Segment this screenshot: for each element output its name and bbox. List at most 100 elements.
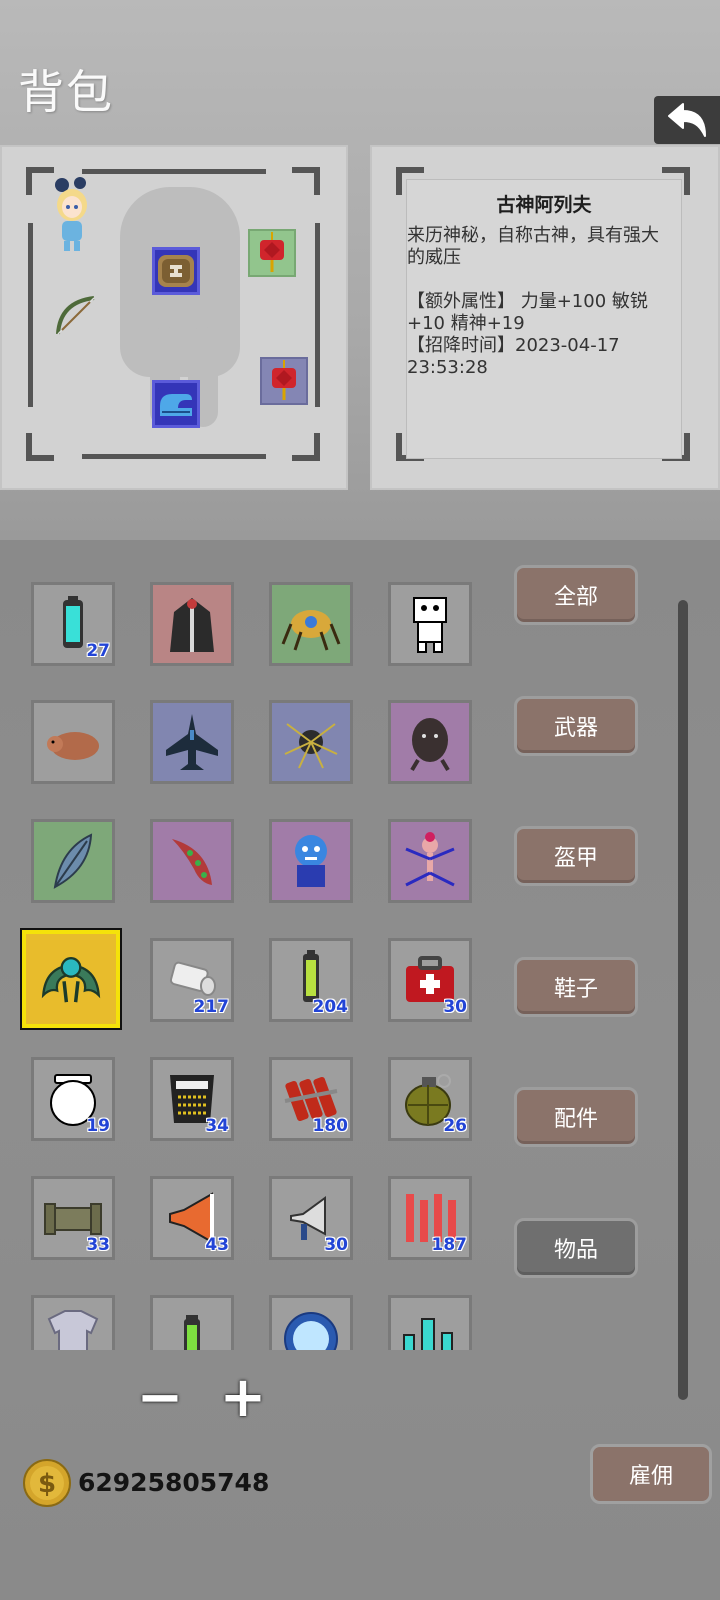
inventory-slot[interactable] — [269, 1295, 353, 1350]
inventory-slot-inner — [35, 1299, 111, 1350]
green-mantis-icon — [41, 957, 101, 1003]
crystal-orb-icon — [284, 1312, 338, 1350]
green-vial-icon — [184, 1315, 200, 1350]
inventory-area: 27 217 204 30 19 34 180 26 33 43 30 187 全部武器盔甲鞋子配件物… — [0, 540, 720, 1600]
desc-line: 的威压 — [407, 247, 461, 268]
desc-line: 来历神秘，自称古神，具有强大 — [407, 225, 659, 246]
inventory-slot-inner — [154, 586, 230, 662]
inventory-slot-inner — [33, 941, 109, 1017]
inventory-slot[interactable]: 30 — [388, 938, 472, 1022]
item-quantity: 26 — [443, 1116, 467, 1136]
inventory-slot[interactable]: 26 — [388, 1057, 472, 1141]
frame-line — [82, 454, 266, 459]
demon-queen-icon — [405, 832, 455, 887]
red-lantern-icon — [260, 232, 284, 272]
inventory-slot[interactable] — [388, 819, 472, 903]
item-quantity: 43 — [205, 1235, 229, 1255]
inventory-slot[interactable]: 204 — [269, 938, 353, 1022]
time-line: 23:53:28 — [407, 357, 488, 378]
boar-icon — [47, 732, 99, 760]
inventory-slot[interactable] — [150, 1295, 234, 1350]
inventory-slot-inner — [273, 704, 349, 780]
inventory-slot-inner — [154, 823, 230, 899]
chainmail-icon — [47, 1310, 99, 1350]
item-quantity: 30 — [324, 1235, 348, 1255]
inventory-slot[interactable] — [388, 1295, 472, 1350]
feather-icon — [53, 833, 93, 889]
inventory-slot-inner — [154, 1299, 230, 1350]
accessory-slot-1[interactable] — [248, 229, 296, 277]
inventory-slot[interactable] — [388, 700, 472, 784]
inventory-slot[interactable] — [31, 700, 115, 784]
filter-button[interactable]: 武器 — [514, 696, 638, 756]
inventory-scrollbar[interactable] — [678, 600, 688, 1400]
inventory-slot-inner — [273, 823, 349, 899]
frame-line — [315, 223, 320, 407]
inventory-slot[interactable] — [31, 819, 115, 903]
fighter-jet-icon — [166, 714, 218, 770]
filter-button[interactable]: 物品 — [514, 1218, 638, 1278]
item-quantity: 19 — [86, 1116, 110, 1136]
decrease-button[interactable]: − — [130, 1370, 190, 1430]
accessory-slot-2[interactable] — [260, 357, 308, 405]
head-slot[interactable] — [152, 247, 200, 295]
inventory-slot[interactable]: 34 — [150, 1057, 234, 1141]
weapon-slot[interactable] — [52, 292, 100, 340]
info-panel: 古神阿列夫 来历神秘，自称古神，具有强大 的威压 【额外属性】 力量+100 敏… — [370, 145, 720, 490]
inventory-slot[interactable]: 180 — [269, 1057, 353, 1141]
inventory-slot[interactable] — [269, 819, 353, 903]
spider-swarm-icon — [284, 723, 338, 769]
inventory-slot[interactable]: 30 — [269, 1176, 353, 1260]
back-arrow-icon — [668, 103, 706, 137]
inventory-slot-inner — [154, 704, 230, 780]
filter-button[interactable]: 全部 — [514, 565, 638, 625]
item-detail-card: 古神阿列夫 来历神秘，自称古神，具有强大 的威压 【额外属性】 力量+100 敏… — [406, 179, 682, 459]
inventory-slot[interactable] — [269, 582, 353, 666]
equipment-area: 背包 古神阿列夫 来历神秘，自称古神，具有强大 的威压 【额外属性】 力量+10… — [0, 0, 720, 540]
filter-button[interactable]: 鞋子 — [514, 957, 638, 1017]
blue-goblin-icon — [295, 835, 327, 887]
inventory-slot[interactable] — [150, 819, 234, 903]
tentacle-icon — [172, 839, 212, 885]
inventory-slot[interactable]: 33 — [31, 1176, 115, 1260]
page-title: 背包 — [18, 65, 114, 119]
item-quantity: 187 — [431, 1235, 468, 1255]
inventory-slot-inner — [392, 823, 468, 899]
inventory-slot[interactable] — [388, 582, 472, 666]
inventory-slot[interactable]: 217 — [150, 938, 234, 1022]
filter-button[interactable]: 盔甲 — [514, 826, 638, 886]
cyan-vials-icon — [403, 1318, 453, 1350]
inventory-slot-inner — [392, 1299, 468, 1350]
inventory-slot[interactable] — [31, 1295, 115, 1350]
inventory-slot[interactable]: 19 — [31, 1057, 115, 1141]
brown-beast-head-icon — [158, 255, 194, 287]
shoes-slot[interactable] — [152, 380, 200, 428]
white-robot-icon — [413, 597, 447, 653]
inventory-slot[interactable]: 43 — [150, 1176, 234, 1260]
item-quantity: 34 — [205, 1116, 229, 1136]
hire-button[interactable]: 雇佣 — [590, 1444, 712, 1504]
inventory-slot-selected[interactable] — [20, 928, 122, 1030]
inventory-slot[interactable] — [150, 582, 234, 666]
back-button[interactable] — [654, 96, 720, 144]
increase-button[interactable]: + — [213, 1370, 273, 1430]
dark-beast-icon — [410, 718, 450, 772]
red-lantern-icon — [272, 360, 296, 400]
avatar-slot[interactable] — [50, 175, 94, 255]
inventory-slot-inner — [392, 586, 468, 662]
frame-corner — [292, 167, 320, 195]
inventory-slot[interactable] — [150, 700, 234, 784]
inventory-slot[interactable]: 27 — [31, 582, 115, 666]
item-description: 来历神秘，自称古神，具有强大 的威压 【额外属性】 力量+100 敏锐 +10 … — [407, 225, 681, 379]
inventory-slot-inner — [392, 704, 468, 780]
inventory-grid[interactable]: 27 217 204 30 19 34 180 26 33 43 30 187 — [0, 570, 500, 1350]
dark-cloak-icon — [170, 598, 214, 652]
svg-text:$: $ — [38, 1469, 56, 1499]
inventory-slot[interactable]: 187 — [388, 1176, 472, 1260]
item-quantity: 180 — [312, 1116, 349, 1136]
chibi-girl-icon — [55, 177, 87, 251]
filter-button[interactable]: 配件 — [514, 1087, 638, 1147]
attr-line: +10 精神+19 — [407, 313, 525, 334]
gold-amount: 62925805748 — [78, 1468, 270, 1497]
inventory-slot[interactable] — [269, 700, 353, 784]
